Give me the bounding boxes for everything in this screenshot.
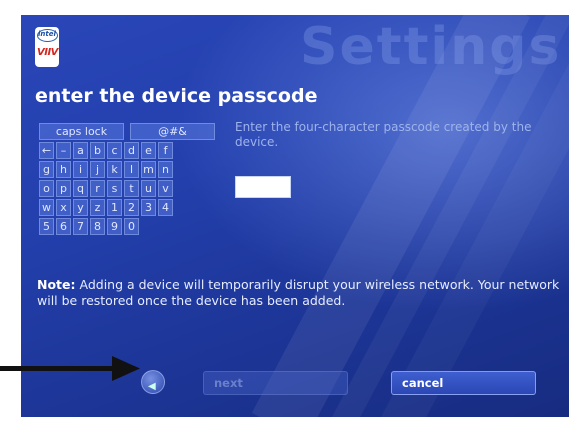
key-z[interactable]: z xyxy=(90,199,105,216)
caps-lock-key[interactable]: caps lock xyxy=(39,123,124,140)
keyboard-row: ← – a b c d e f xyxy=(39,142,219,159)
page-title: enter the device passcode xyxy=(35,85,318,107)
key-1[interactable]: 1 xyxy=(107,199,122,216)
callout-arrow-icon xyxy=(0,356,140,381)
key-2[interactable]: 2 xyxy=(124,199,139,216)
passcode-input[interactable] xyxy=(235,176,291,198)
note-text: Adding a device will temporarily disrupt… xyxy=(37,277,560,308)
symbols-key[interactable]: @#& xyxy=(130,123,215,140)
key-e[interactable]: e xyxy=(141,142,156,159)
key-u[interactable]: u xyxy=(141,180,156,197)
next-button[interactable]: next xyxy=(203,371,348,395)
key-j[interactable]: j xyxy=(90,161,105,178)
key-a[interactable]: a xyxy=(73,142,88,159)
key-5[interactable]: 5 xyxy=(39,218,54,235)
note-label: Note: xyxy=(37,277,76,292)
key-x[interactable]: x xyxy=(56,199,71,216)
wireless-disruption-note: Note: Adding a device will temporarily d… xyxy=(37,277,565,309)
key-q[interactable]: q xyxy=(73,180,88,197)
key-m[interactable]: m xyxy=(141,161,156,178)
key-y[interactable]: y xyxy=(73,199,88,216)
onscreen-keyboard: caps lock @#& ← – a b c d e f g h i j k … xyxy=(39,123,219,237)
keyboard-row: o p q r s t u v xyxy=(39,180,219,197)
key-h[interactable]: h xyxy=(56,161,71,178)
keyboard-special-row: caps lock @#& xyxy=(39,123,219,140)
key-i[interactable]: i xyxy=(73,161,88,178)
key-k[interactable]: k xyxy=(107,161,122,178)
key-w[interactable]: w xyxy=(39,199,54,216)
key-n[interactable]: n xyxy=(158,161,173,178)
intel-viiv-logo: intel VIIV xyxy=(35,27,59,67)
key-4[interactable]: 4 xyxy=(158,199,173,216)
key-g[interactable]: g xyxy=(39,161,54,178)
passcode-instructions: Enter the four-character passcode create… xyxy=(235,120,532,149)
key-o[interactable]: o xyxy=(39,180,54,197)
key-r[interactable]: r xyxy=(90,180,105,197)
logo-brand-top: intel xyxy=(38,30,56,38)
key-c[interactable]: c xyxy=(107,142,122,159)
key-b[interactable]: b xyxy=(90,142,105,159)
keyboard-row: g h i j k l m n xyxy=(39,161,219,178)
logo-brand-bottom: VIIV xyxy=(37,47,58,58)
key-9[interactable]: 9 xyxy=(107,218,122,235)
back-button[interactable]: ◀ xyxy=(141,370,165,394)
keyboard-row: 5 6 7 8 9 0 xyxy=(39,218,219,235)
back-arrow-icon: ◀ xyxy=(148,381,156,392)
key-s[interactable]: s xyxy=(107,180,122,197)
key-0[interactable]: 0 xyxy=(124,218,139,235)
key-dash[interactable]: – xyxy=(56,142,71,159)
key-t[interactable]: t xyxy=(124,180,139,197)
key-p[interactable]: p xyxy=(56,180,71,197)
key-v[interactable]: v xyxy=(158,180,173,197)
key-l[interactable]: l xyxy=(124,161,139,178)
key-d[interactable]: d xyxy=(124,142,139,159)
key-f[interactable]: f xyxy=(158,142,173,159)
key-7[interactable]: 7 xyxy=(73,218,88,235)
key-6[interactable]: 6 xyxy=(56,218,71,235)
cancel-button[interactable]: cancel xyxy=(391,371,536,395)
key-8[interactable]: 8 xyxy=(90,218,105,235)
backspace-key[interactable]: ← xyxy=(39,142,54,159)
key-3[interactable]: 3 xyxy=(141,199,156,216)
settings-watermark: Settings xyxy=(300,17,562,77)
keyboard-row: w x y z 1 2 3 4 xyxy=(39,199,219,216)
